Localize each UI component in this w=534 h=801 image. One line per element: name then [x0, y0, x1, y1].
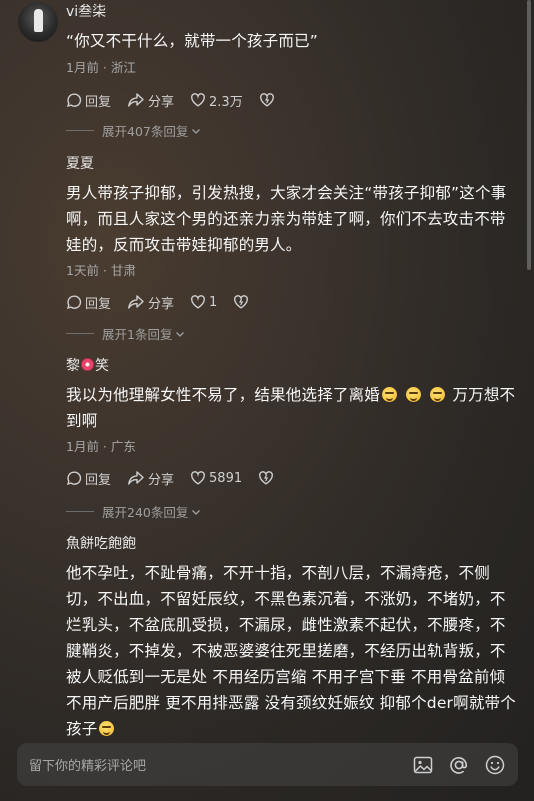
share-icon — [128, 295, 144, 309]
share-button[interactable]: 分享 — [127, 91, 174, 110]
expand-replies-label: 展开240条回复 — [102, 505, 189, 520]
heart-icon — [191, 471, 205, 485]
expand-replies-button[interactable]: 展开240条回复 — [66, 502, 202, 521]
emoji-icon — [406, 387, 422, 402]
comment-text: 他不孕吐，不趾骨痛，不开十指，不剖八层，不漏痔疮，不侧切，不出血，不留妊辰纹，不… — [66, 560, 521, 742]
comment-actions: 回复 分享 1 — [66, 292, 521, 312]
comment-username[interactable]: 夏夏 — [66, 154, 521, 174]
share-icon — [128, 93, 144, 107]
comment-meta: 1天前 · 甘肃 — [66, 263, 136, 278]
dislike-button[interactable] — [259, 92, 278, 108]
reply-label: 回复 — [85, 472, 112, 488]
comment-text-part: 他不孕吐，不趾骨痛，不开十指，不剖八层，不漏痔疮，不侧切，不出血，不留妊辰纹，不… — [66, 564, 516, 738]
emoji-icon[interactable] — [484, 754, 506, 776]
chevron-down-icon — [176, 331, 185, 337]
divider — [66, 130, 94, 131]
dislike-button[interactable] — [258, 470, 277, 486]
username-part: 黎 — [66, 358, 80, 374]
heart-icon — [191, 93, 205, 107]
reply-button[interactable]: 回复 — [66, 91, 111, 110]
comment-meta: 1月前 · 浙江 — [66, 60, 136, 75]
avatar[interactable] — [18, 2, 58, 42]
comment-text: 男人带孩子抑郁，引发热搜，大家才会关注“带孩子抑郁”这个事啊，而且人家这个男的还… — [66, 184, 507, 254]
expand-replies-button[interactable]: 展开1条回复 — [66, 324, 186, 343]
flower-emoji-icon — [81, 358, 94, 371]
expand-replies-label: 展开1条回复 — [102, 327, 173, 342]
reply-label: 回复 — [85, 296, 112, 312]
comment-text: “你又不干什么，就带一个孩子而已” — [66, 32, 318, 50]
comment-input-bar[interactable]: 留下你的精彩评论吧 — [17, 743, 518, 786]
reply-icon — [66, 93, 82, 108]
comment-item: 黎笑 我以为他理解女性不易了，结果他选择了离婚 万万想不到啊 1月前 · 广东 … — [66, 356, 521, 488]
like-count: 1 — [209, 294, 218, 310]
comment-actions: 回复 分享 5891 — [66, 468, 521, 488]
divider — [66, 333, 94, 334]
emoji-icon — [430, 387, 446, 402]
chevron-down-icon — [192, 509, 201, 515]
reply-label: 回复 — [85, 94, 112, 110]
scrollbar[interactable] — [527, 0, 531, 270]
like-button[interactable]: 5891 — [190, 470, 242, 486]
comment-item: vi叁柒 “你又不干什么，就带一个孩子而已” 1月前 · 浙江 回复 分享 2.… — [66, 2, 521, 110]
reply-icon — [66, 295, 82, 310]
username-part: 笑 — [95, 358, 109, 374]
share-button[interactable]: 分享 — [127, 469, 174, 488]
share-label: 分享 — [148, 472, 175, 488]
emoji-icon — [382, 387, 398, 402]
like-count: 5891 — [209, 470, 243, 486]
comment-text-part: 我以为他理解女性不易了，结果他选择了离婚 — [66, 386, 381, 404]
share-label: 分享 — [148, 296, 175, 312]
share-label: 分享 — [148, 94, 175, 110]
comment-username[interactable]: vi叁柒 — [66, 2, 521, 22]
divider — [66, 511, 94, 512]
reply-button[interactable]: 回复 — [66, 293, 111, 312]
comment-text: 我以为他理解女性不易了，结果他选择了离婚 万万想不到啊 — [66, 382, 521, 434]
emoji-icon — [99, 721, 115, 736]
comment-list: vi叁柒 “你又不干什么，就带一个孩子而已” 1月前 · 浙江 回复 分享 2.… — [0, 0, 534, 801]
comment-input-placeholder: 留下你的精彩评论吧 — [29, 759, 147, 774]
comment-item: 夏夏 男人带孩子抑郁，引发热搜，大家才会关注“带孩子抑郁”这个事啊，而且人家这个… — [66, 154, 521, 312]
share-button[interactable]: 分享 — [127, 293, 174, 312]
dislike-icon — [259, 471, 274, 485]
comment-actions: 回复 分享 2.3万 — [66, 90, 521, 110]
comment-username[interactable]: 黎笑 — [66, 356, 521, 376]
expand-replies-button[interactable]: 展开407条回复 — [66, 121, 202, 140]
expand-replies-label: 展开407条回复 — [102, 124, 189, 139]
reply-button[interactable]: 回复 — [66, 469, 111, 488]
heart-icon — [191, 295, 205, 309]
dislike-icon — [234, 295, 249, 309]
share-icon — [128, 471, 144, 485]
like-button[interactable]: 2.3万 — [190, 91, 243, 110]
like-button[interactable]: 1 — [190, 294, 217, 310]
chevron-down-icon — [192, 128, 201, 134]
comment-meta: 1月前 · 广东 — [66, 439, 136, 454]
dislike-button[interactable] — [233, 294, 252, 310]
reply-icon — [66, 471, 82, 486]
like-count: 2.3万 — [209, 94, 243, 110]
comment-item: 魚餅吃飽飽 他不孕吐，不趾骨痛，不开十指，不剖八层，不漏痔疮，不侧切，不出血，不… — [66, 534, 521, 742]
image-icon[interactable] — [412, 754, 434, 776]
dislike-icon — [259, 93, 274, 107]
at-icon[interactable] — [448, 754, 470, 776]
comment-username[interactable]: 魚餅吃飽飽 — [66, 534, 521, 554]
